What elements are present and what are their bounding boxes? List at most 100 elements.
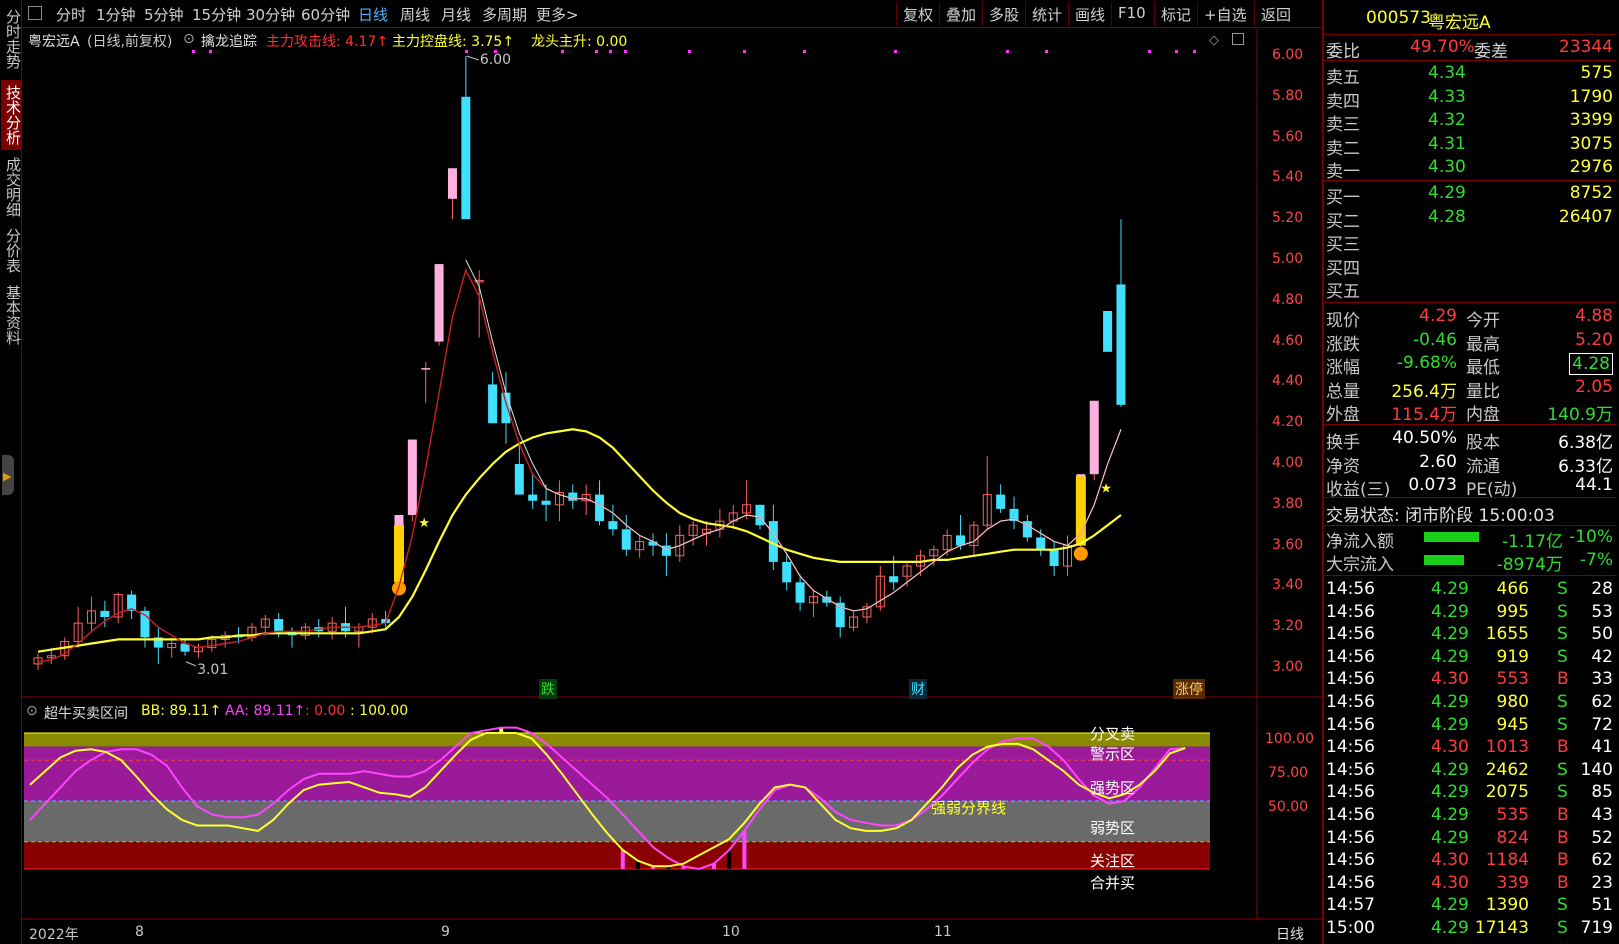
bid-volume: 8752 <box>1569 183 1613 203</box>
stat-value: 4.29 <box>1419 306 1457 326</box>
stat-label: 涨跌 <box>1326 334 1360 355</box>
ask-volume: 2976 <box>1569 157 1613 177</box>
tick-count: 140 <box>1580 759 1613 780</box>
high-pointer <box>466 55 480 61</box>
stat-value-2: 4.28 <box>1569 353 1613 375</box>
candle-body-57 <box>795 582 805 603</box>
flow-bar <box>1424 555 1464 565</box>
tick-volume: 17143 <box>1474 918 1529 938</box>
tick-price: 4.29 <box>1431 895 1469 916</box>
fund-label: 净资 <box>1326 456 1360 477</box>
x-label-sep: 9 <box>441 924 450 940</box>
tick-time: 14:56 <box>1326 579 1375 599</box>
price-tick-15: 3.00 <box>1272 659 1304 675</box>
candle-body-64 <box>889 576 899 583</box>
tick-side: S <box>1557 918 1568 938</box>
top-dot-11 <box>894 50 897 53</box>
stock-code: 000573 <box>1366 8 1431 28</box>
top-dot-2 <box>465 50 468 53</box>
tick-time: 14:56 <box>1326 669 1375 690</box>
tick-time: 14:56 <box>1326 601 1375 622</box>
tick-volume: 553 <box>1496 669 1529 690</box>
fund-row-2: 收益(三) 0.073 PE(动) 44.1 <box>1324 475 1617 500</box>
ask-price: 4.32 <box>1428 110 1466 130</box>
tick-price: 4.29 <box>1431 624 1469 645</box>
ask-volume: 575 <box>1580 63 1613 83</box>
price-tick-9: 4.20 <box>1272 414 1304 431</box>
top-dot-12 <box>1006 50 1009 53</box>
flow-row-1: 大宗流入 -8974万 -7% <box>1324 550 1617 575</box>
top-dot-9 <box>743 50 746 53</box>
tick-count: 28 <box>1591 579 1613 599</box>
tick-time: 14:56 <box>1326 782 1375 803</box>
ask-volume: 3399 <box>1569 110 1613 130</box>
top-dot-13 <box>1045 50 1048 53</box>
ask-row-4: 卖一 4.30 2976 <box>1324 157 1617 182</box>
trade-status: 交易状态: 闭市阶段 15:00:03 <box>1324 501 1617 526</box>
tick-side: B <box>1557 737 1569 758</box>
price-tick-4: 5.20 <box>1272 210 1304 227</box>
top-dot-14 <box>1148 50 1151 53</box>
top-dot-7 <box>624 50 627 53</box>
sub-tick-75: 75.00 <box>1268 765 1309 781</box>
tick-count: 52 <box>1591 827 1613 848</box>
stat-row-1: 涨跌 -0.46 最高 5.20 <box>1324 330 1617 355</box>
zone-warning: 警示区 <box>1090 745 1136 763</box>
stat-row-3: 总量 256.4万 量比 2.05 <box>1324 377 1617 402</box>
candle-body-56 <box>782 561 792 583</box>
panel-toggle-icon[interactable] <box>1232 33 1244 45</box>
stat-label: 总量 <box>1326 381 1360 402</box>
tick-time: 14:56 <box>1326 714 1375 735</box>
low-pointer <box>185 661 197 667</box>
tick-price: 4.29 <box>1431 759 1469 780</box>
candle-body-44 <box>621 529 631 550</box>
price-tick-12: 3.60 <box>1272 536 1304 553</box>
candle-body-31 <box>447 168 457 199</box>
white-ma-line <box>465 259 1122 612</box>
tick-price: 4.29 <box>1431 918 1469 938</box>
tick-volume: 919 <box>1496 646 1529 667</box>
candle-body-54 <box>755 504 765 526</box>
tick-side: B <box>1557 827 1569 848</box>
ask-price: 4.30 <box>1428 157 1466 177</box>
x-label-oct: 10 <box>722 924 740 940</box>
top-dot-5 <box>595 50 598 53</box>
tick-price: 4.30 <box>1431 850 1469 871</box>
candle-body-35 <box>501 392 511 424</box>
signal-candle-2 <box>1075 476 1086 546</box>
candle-body-37 <box>528 494 538 501</box>
tick-row-5: 14:56 4.29 980 S 62 <box>1324 692 1617 714</box>
stat-label-2: 内盘 <box>1466 405 1500 425</box>
signal-star-1: ★ <box>418 516 430 531</box>
stat-value: -9.68% <box>1396 353 1457 373</box>
tick-volume: 945 <box>1496 714 1529 735</box>
candle-body-76 <box>1049 549 1059 566</box>
top-dot-4 <box>561 50 564 53</box>
flow-bar <box>1424 532 1479 542</box>
tick-count: 33 <box>1591 669 1613 690</box>
tick-count: 51 <box>1591 895 1613 916</box>
price-tick-5: 5.00 <box>1272 251 1304 267</box>
zone-strong: 强势区 <box>1090 779 1136 797</box>
top-dot-1 <box>209 50 212 53</box>
tick-volume: 339 <box>1496 872 1529 893</box>
diamond-icon[interactable]: ◇ <box>1209 33 1219 48</box>
sub-indicator-name[interactable]: 超牛买卖区间 <box>44 703 128 723</box>
stat-label: 涨幅 <box>1326 358 1360 378</box>
ask-price: 4.34 <box>1428 63 1466 83</box>
sub-settings-icon[interactable]: ⊙ <box>26 703 38 719</box>
tick-row-8: 14:56 4.29 2462 S 140 <box>1324 760 1617 782</box>
flow-value: -1.17亿 <box>1502 532 1563 552</box>
sub-value-2: : 100.00 <box>350 703 409 719</box>
bid-label: 买一 <box>1326 188 1360 208</box>
tick-price: 4.29 <box>1431 692 1469 712</box>
bid-price: 4.29 <box>1428 183 1466 203</box>
tick-count: 42 <box>1591 646 1613 667</box>
bb-value: BB: 89.11↑ <box>141 703 222 719</box>
tick-row-9: 14:56 4.29 2075 S 85 <box>1324 782 1617 804</box>
tick-row-14: 14:57 4.29 1390 S 51 <box>1324 895 1617 917</box>
bid-volume: 26407 <box>1558 206 1613 227</box>
tick-count: 41 <box>1591 737 1613 758</box>
top-dot-6 <box>609 50 612 53</box>
tick-price: 4.29 <box>1431 646 1469 667</box>
